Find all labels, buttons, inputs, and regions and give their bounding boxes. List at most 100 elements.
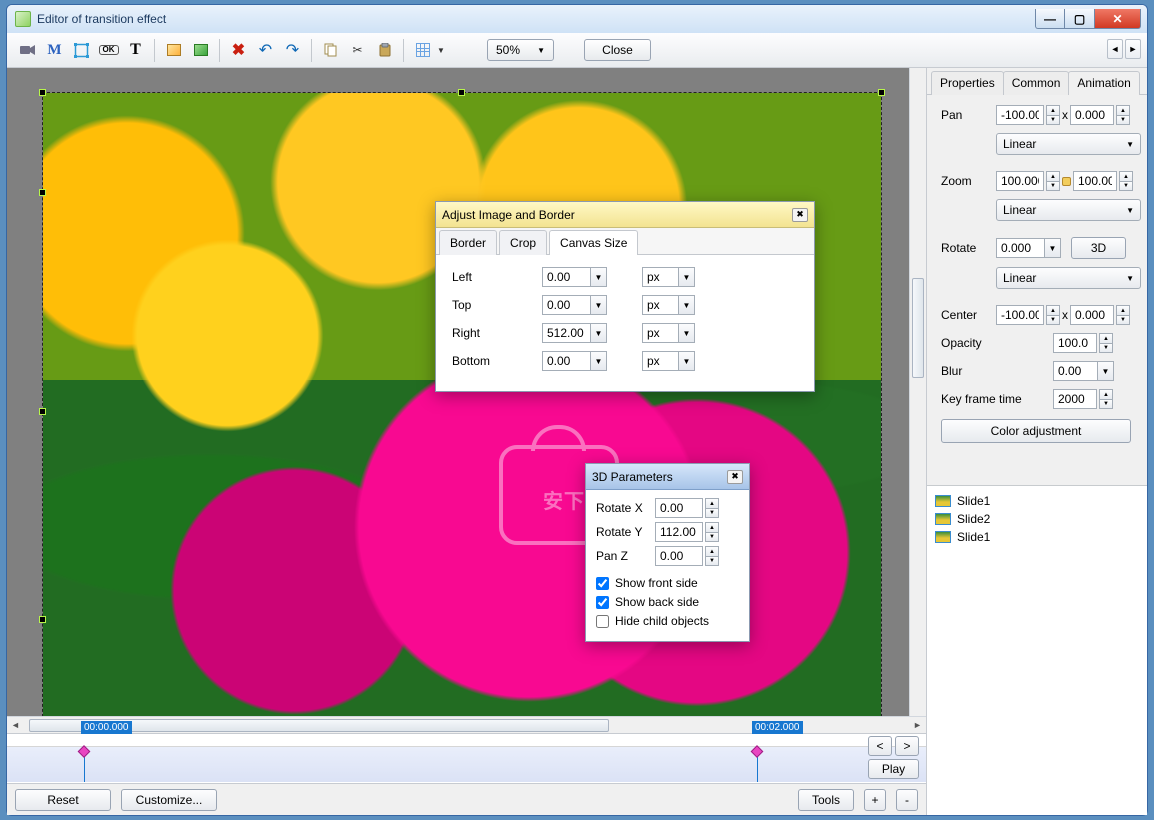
redo-tool-icon[interactable]: ↷ [280, 38, 305, 63]
reset-button[interactable]: Reset [15, 789, 111, 811]
pan-y-input[interactable]: ▲▼ [1070, 105, 1130, 125]
lock-icon[interactable] [1062, 177, 1071, 186]
tab-border[interactable]: Border [439, 230, 497, 255]
rotate-y-input[interactable]: ▲▼ [655, 522, 719, 542]
keyframe-input[interactable]: ▲▼ [1053, 389, 1113, 409]
zoom-interp-select[interactable]: Linear▼ [996, 199, 1141, 221]
paste-tool-icon[interactable] [372, 38, 397, 63]
pager-prev-button[interactable]: ◄ [1107, 39, 1123, 59]
minus-button[interactable]: - [896, 789, 918, 811]
tab-common[interactable]: Common [1003, 71, 1070, 95]
pan-z-input[interactable]: ▲▼ [655, 546, 719, 566]
cut-tool-icon[interactable]: ✂ [345, 38, 370, 63]
toolbar-separator [311, 39, 312, 62]
undo-tool-icon[interactable]: ↶ [253, 38, 278, 63]
right-panel: Properties Common Animation Pan ▲▼ x ▲▼ … [927, 68, 1147, 815]
rotate-x-input[interactable]: ▲▼ [655, 498, 719, 518]
plus-button[interactable]: + [864, 789, 886, 811]
tools-button[interactable]: Tools [798, 789, 854, 811]
dialog-close-button[interactable]: ✖ [727, 470, 743, 484]
slide-thumb-icon [935, 531, 951, 543]
vertical-scrollbar[interactable] [909, 68, 926, 716]
left-value-input[interactable]: ▼ [542, 267, 607, 287]
bottom-unit-select[interactable]: px▼ [642, 351, 695, 371]
canvas-image[interactable] [43, 93, 881, 716]
dialog-close-button[interactable]: ✖ [792, 208, 808, 222]
window-maximize-button[interactable]: ▢ [1065, 9, 1095, 29]
zoom-label: Zoom [941, 174, 996, 188]
slide-thumb-icon [935, 513, 951, 525]
pan-x-input[interactable]: ▲▼ [996, 105, 1060, 125]
center-label: Center [941, 308, 996, 322]
top-unit-select[interactable]: px▼ [642, 295, 695, 315]
zoom-select[interactable]: 50% ▼ [487, 39, 554, 61]
window-minimize-button[interactable]: — [1035, 9, 1065, 29]
keyframe-end[interactable] [751, 745, 764, 758]
blur-input[interactable]: ▼ [1053, 361, 1114, 381]
rotate-interp-select[interactable]: Linear▼ [996, 267, 1141, 289]
grid-tool-icon[interactable] [410, 38, 435, 63]
timeline-play-button[interactable]: Play [868, 759, 919, 779]
zoom-y-input[interactable]: ▲▼ [1073, 171, 1133, 191]
tab-animation[interactable]: Animation [1068, 71, 1139, 95]
toolbar-separator [154, 39, 155, 62]
frame-tool-icon[interactable] [69, 38, 94, 63]
dialog-title: Adjust Image and Border [442, 208, 575, 222]
toolbar-separator [403, 39, 404, 62]
list-item[interactable]: Slide1 [935, 492, 1139, 510]
color-adjustment-button[interactable]: Color adjustment [941, 419, 1131, 443]
dialog-titlebar[interactable]: 3D Parameters ✖ [586, 464, 749, 490]
app-icon [15, 11, 31, 27]
right-value-input[interactable]: ▼ [542, 323, 607, 343]
timeline-end-tag: 00:02.000 [752, 721, 803, 734]
adjust-image-dialog[interactable]: Adjust Image and Border ✖ Border Crop Ca… [435, 201, 815, 392]
window-close-button[interactable]: ✕ [1095, 9, 1141, 29]
show-front-checkbox[interactable]: Show front side [596, 576, 739, 590]
chevron-down-icon: ▼ [537, 46, 545, 55]
zoom-x-input[interactable]: ▲▼ [996, 171, 1060, 191]
pan-interp-select[interactable]: Linear▼ [996, 133, 1141, 155]
grid-dropdown-caret-icon[interactable]: ▼ [437, 38, 445, 63]
customize-button[interactable]: Customize... [121, 789, 217, 811]
rectangle-tool-icon[interactable] [161, 38, 186, 63]
titlebar[interactable]: Editor of transition effect — ▢ ✕ [7, 5, 1147, 33]
toolbar-separator [219, 39, 220, 62]
center-y-input[interactable]: ▲▼ [1070, 305, 1130, 325]
timeline-next-button[interactable]: > [895, 736, 919, 756]
tab-crop[interactable]: Crop [499, 230, 547, 255]
zoom-value: 50% [496, 43, 520, 57]
bottom-value-input[interactable]: ▼ [542, 351, 607, 371]
tab-canvas-size[interactable]: Canvas Size [549, 230, 638, 255]
rotate-label: Rotate [941, 241, 996, 255]
tab-properties[interactable]: Properties [931, 71, 1004, 95]
rotate-value-input[interactable]: ▼ [996, 238, 1061, 258]
3d-parameters-dialog[interactable]: 3D Parameters ✖ Rotate X ▲▼ Rotate Y ▲▼ [585, 463, 750, 642]
image-tool-icon[interactable] [188, 38, 213, 63]
copy-tool-icon[interactable] [318, 38, 343, 63]
timeline-prev-button[interactable]: < [868, 736, 892, 756]
left-label: Left [452, 270, 532, 284]
opacity-input[interactable]: ▲▼ [1053, 333, 1113, 353]
keyframe-start[interactable] [78, 745, 91, 758]
canvas-stage[interactable]: 安下载 Adjust Image and Border ✖ Border Cro… [7, 68, 926, 716]
hide-child-checkbox[interactable]: Hide child objects [596, 614, 739, 628]
right-unit-select[interactable]: px▼ [642, 323, 695, 343]
slide-thumb-icon [935, 495, 951, 507]
ok-button-tool-icon[interactable]: OK [96, 38, 121, 63]
text-tool-icon[interactable]: T [123, 38, 148, 63]
center-x-input[interactable]: ▲▼ [996, 305, 1060, 325]
delete-tool-icon[interactable]: ✖ [226, 38, 251, 63]
toolbar: M OK T ✖ ↶ ↷ ✂ ▼ 50% ▼ Close ◄ [7, 33, 1147, 68]
dialog-titlebar[interactable]: Adjust Image and Border ✖ [436, 202, 814, 228]
top-value-input[interactable]: ▼ [542, 295, 607, 315]
list-item[interactable]: Slide2 [935, 510, 1139, 528]
camera-tool-icon[interactable] [15, 38, 40, 63]
close-button[interactable]: Close [584, 39, 651, 61]
rotate-3d-button[interactable]: 3D [1071, 237, 1126, 259]
pager-next-button[interactable]: ► [1125, 39, 1141, 59]
timeline[interactable]: 00:00.000 00:02.000 < > Play [7, 733, 926, 783]
show-back-checkbox[interactable]: Show back side [596, 595, 739, 609]
list-item[interactable]: Slide1 [935, 528, 1139, 546]
left-unit-select[interactable]: px▼ [642, 267, 695, 287]
mask-tool-icon[interactable]: M [42, 38, 67, 63]
